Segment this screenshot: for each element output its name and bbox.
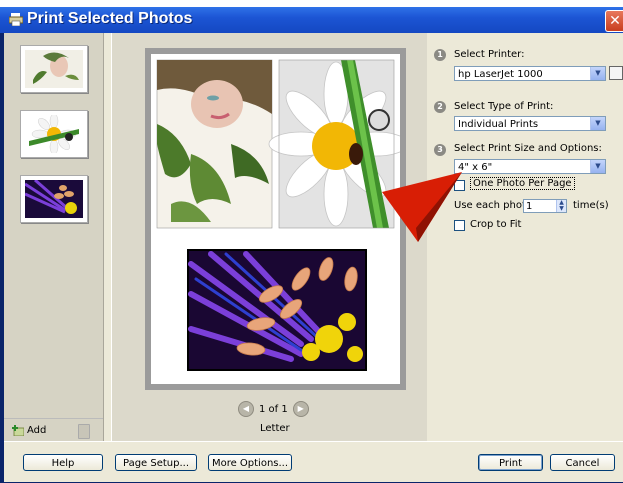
print-type-select[interactable]: Individual Prints ▼ <box>454 116 606 131</box>
print-type-select-value: Individual Prints <box>458 119 539 130</box>
printer-app-icon <box>9 13 23 26</box>
print-size-select[interactable]: 4" x 6" ▼ <box>454 159 606 174</box>
page-preview <box>151 54 409 384</box>
photo-thumbnail-3[interactable] <box>20 175 88 223</box>
print-size-select-value: 4" x 6" <box>458 162 493 173</box>
step-1-badge: 1 <box>434 49 446 61</box>
chevron-down-icon[interactable]: ▼ <box>590 160 605 173</box>
title-bar[interactable]: Print Selected Photos ✕ <box>0 7 623 33</box>
times-label: time(s) <box>573 200 609 211</box>
printer-properties-icon[interactable] <box>609 66 623 80</box>
add-photo-label: Add <box>27 425 47 436</box>
preview-layout <box>156 59 409 371</box>
photo-thumbnail-1[interactable] <box>20 45 88 93</box>
print-dialog-window: Print Selected Photos ✕ Add ◀ 1 of 1 ▶ L… <box>0 7 623 483</box>
window-title: Print Selected Photos <box>27 10 193 27</box>
help-button[interactable]: Help <box>23 454 103 471</box>
print-type-label: Select Type of Print: <box>454 101 554 112</box>
preview-photo-flower <box>187 249 367 371</box>
add-photo-button[interactable]: Add <box>12 425 46 436</box>
page-setup-button[interactable]: Page Setup... <box>115 454 197 471</box>
use-each-photo-label: Use each photo <box>454 200 532 211</box>
dialog-body: Add ◀ 1 of 1 ▶ Letter 1 Select Printer: … <box>4 33 623 482</box>
photo-thumbnail-2[interactable] <box>20 110 88 158</box>
paper-size-label: Letter <box>260 423 290 434</box>
preview-photo-daisy <box>268 59 409 229</box>
one-photo-per-page-label[interactable]: One Photo Per Page <box>470 177 575 190</box>
red-pointer-arrow-icon <box>382 172 462 242</box>
previous-page-button[interactable]: ◀ <box>238 401 254 417</box>
printer-select-value: hp LaserJet 1000 <box>458 69 543 80</box>
crop-to-fit-label[interactable]: Crop to Fit <box>470 219 521 230</box>
add-photo-icon <box>12 425 24 436</box>
times-stepper[interactable]: 1 ▲ ▼ <box>523 199 567 213</box>
stepper-arrows-icon[interactable]: ▲ ▼ <box>556 200 566 212</box>
step-3-badge: 3 <box>434 144 446 156</box>
page-indicator: 1 of 1 <box>259 403 288 415</box>
chevron-down-icon[interactable]: ▼ <box>590 117 605 130</box>
print-preview-pane: ◀ 1 of 1 ▶ Letter <box>111 33 427 441</box>
trash-icon[interactable] <box>78 424 90 439</box>
preview-photo-woman <box>156 59 273 229</box>
chevron-down-icon[interactable]: ▼ <box>590 67 605 80</box>
more-options-button[interactable]: More Options... <box>208 454 292 471</box>
page-navigator: ◀ 1 of 1 ▶ <box>238 401 309 417</box>
printer-label: Select Printer: <box>454 49 525 60</box>
close-button[interactable]: ✕ <box>605 10 623 32</box>
dialog-button-bar: Help Page Setup... More Options... Print… <box>4 441 623 482</box>
cancel-button[interactable]: Cancel <box>550 454 615 471</box>
page-preview-frame <box>145 48 409 390</box>
print-button[interactable]: Print <box>478 454 543 471</box>
photo-list-panel: Add <box>4 33 104 441</box>
next-page-button[interactable]: ▶ <box>292 401 309 417</box>
photo-list-toolbar: Add <box>4 418 103 443</box>
times-stepper-value: 1 <box>526 201 533 212</box>
step-2-badge: 2 <box>434 101 446 113</box>
size-options-label: Select Print Size and Options: <box>454 143 602 154</box>
printer-select[interactable]: hp LaserJet 1000 ▼ <box>454 66 606 81</box>
